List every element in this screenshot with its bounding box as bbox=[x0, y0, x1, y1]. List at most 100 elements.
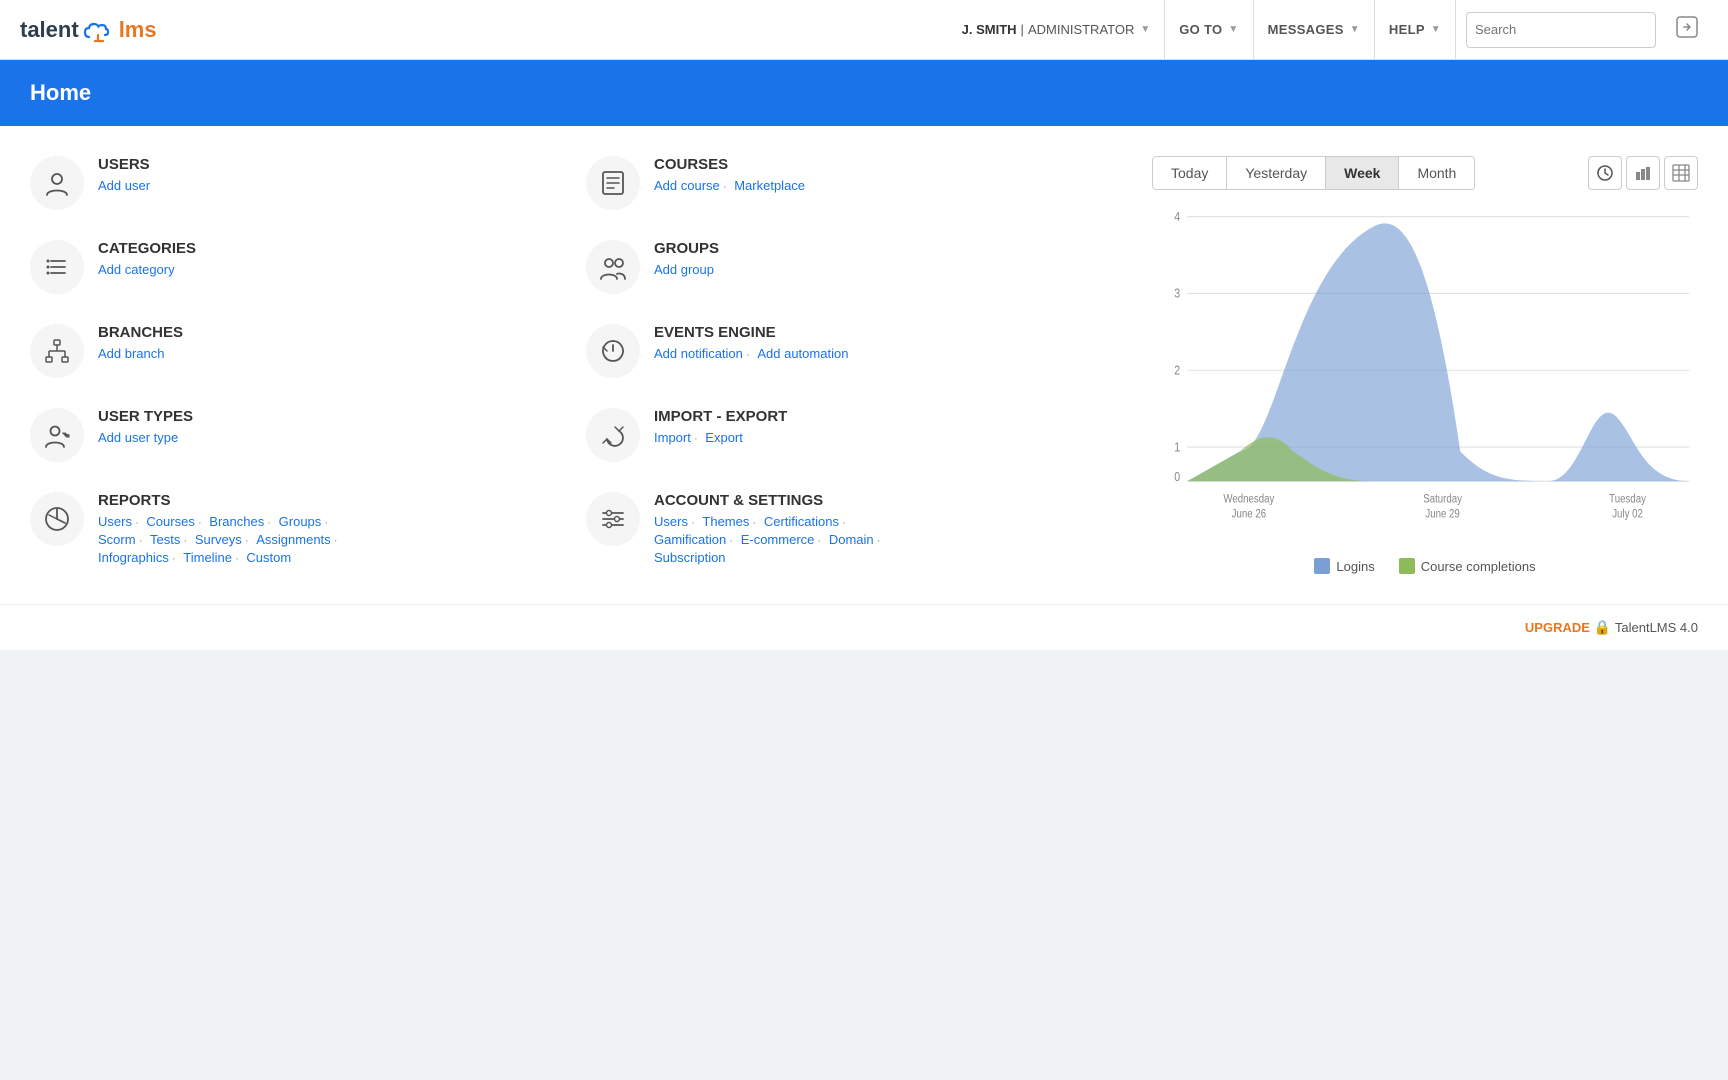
branches-info: BRANCHES Add branch bbox=[98, 324, 183, 363]
logo[interactable]: talent lms bbox=[20, 16, 157, 42]
user-types-info: USER TYPES Add user type bbox=[98, 408, 193, 447]
tab-month[interactable]: Month bbox=[1399, 157, 1474, 189]
settings-certifications-link[interactable]: Certifications bbox=[764, 514, 839, 529]
page-footer: UPGRADE 🔒 TalentLMS 4.0 bbox=[0, 604, 1728, 650]
reports-assignments-link[interactable]: Assignments bbox=[256, 532, 330, 547]
settings-domain-link[interactable]: Domain bbox=[829, 532, 874, 547]
logins-dot bbox=[1314, 558, 1330, 574]
marketplace-link[interactable]: Marketplace bbox=[734, 178, 805, 193]
goto-label: GO TO bbox=[1179, 22, 1222, 37]
reports-custom-link[interactable]: Custom bbox=[246, 550, 291, 565]
import-export-info: IMPORT - EXPORT Import· Export bbox=[654, 408, 787, 447]
messages-caret-icon: ▼ bbox=[1350, 24, 1360, 35]
chart-bar-btn[interactable] bbox=[1626, 156, 1660, 190]
reports-surveys-link[interactable]: Surveys bbox=[195, 532, 242, 547]
reports-infographics-link[interactable]: Infographics bbox=[98, 550, 169, 565]
svg-text:4: 4 bbox=[1174, 210, 1180, 224]
upgrade-link[interactable]: UPGRADE bbox=[1525, 620, 1590, 635]
completions-dot bbox=[1399, 558, 1415, 574]
user-types-icon bbox=[30, 408, 84, 462]
events-section: EVENTS ENGINE Add notification· Add auto… bbox=[586, 324, 1122, 378]
courses-section: COURSES Add course· Marketplace bbox=[586, 156, 1122, 210]
tab-today[interactable]: Today bbox=[1153, 157, 1227, 189]
reports-branches-link[interactable]: Branches bbox=[209, 514, 264, 529]
settings-gamification-link[interactable]: Gamification bbox=[654, 532, 726, 547]
add-course-link[interactable]: Add course bbox=[654, 178, 720, 193]
categories-icon bbox=[30, 240, 84, 294]
branches-icon bbox=[30, 324, 84, 378]
groups-info: GROUPS Add group bbox=[654, 240, 719, 279]
users-section: USERS Add user bbox=[30, 156, 566, 210]
messages-link[interactable]: MESSAGES ▼ bbox=[1254, 0, 1375, 60]
settings-ecommerce-link[interactable]: E-commerce bbox=[741, 532, 815, 547]
chart-tab-group: Today Yesterday Week Month bbox=[1152, 156, 1475, 190]
left-column: USERS Add user CATEGOR bbox=[30, 156, 586, 574]
users-icon bbox=[30, 156, 84, 210]
middle-column: COURSES Add course· Marketplace GROUPS bbox=[586, 156, 1142, 574]
chart-history-btn[interactable] bbox=[1588, 156, 1622, 190]
chart-wrapper: 0 1 2 3 4 Wednesday June 26 Saturday bbox=[1152, 206, 1698, 546]
import-export-section: IMPORT - EXPORT Import· Export bbox=[586, 408, 1122, 462]
add-user-link[interactable]: Add user bbox=[98, 178, 150, 193]
add-user-type-link[interactable]: Add user type bbox=[98, 430, 178, 445]
svg-text:Wednesday: Wednesday bbox=[1223, 493, 1275, 506]
chart-column: Today Yesterday Week Month bbox=[1142, 156, 1698, 574]
logout-button[interactable] bbox=[1666, 16, 1708, 43]
categories-section: CATEGORIES Add category bbox=[30, 240, 566, 294]
groups-icon bbox=[586, 240, 640, 294]
tab-week[interactable]: Week bbox=[1326, 157, 1399, 189]
goto-link[interactable]: GO TO ▼ bbox=[1165, 0, 1253, 60]
groups-section: GROUPS Add group bbox=[586, 240, 1122, 294]
branches-section: BRANCHES Add branch bbox=[30, 324, 566, 378]
version-label: TalentLMS 4.0 bbox=[1615, 620, 1698, 635]
reports-courses-link[interactable]: Courses bbox=[146, 514, 194, 529]
account-settings-icon bbox=[586, 492, 640, 546]
svg-text:3: 3 bbox=[1174, 287, 1180, 301]
add-category-link[interactable]: Add category bbox=[98, 262, 175, 277]
user-caret-icon: ▼ bbox=[1140, 24, 1150, 35]
account-settings-info: ACCOUNT & SETTINGS Users· Themes· Certif… bbox=[654, 492, 884, 567]
svg-text:June 26: June 26 bbox=[1232, 508, 1266, 521]
logins-label: Logins bbox=[1336, 559, 1374, 574]
tab-yesterday[interactable]: Yesterday bbox=[1227, 157, 1326, 189]
logo-cloud-icon bbox=[81, 16, 117, 42]
settings-subscription-link[interactable]: Subscription bbox=[654, 550, 726, 565]
user-types-title: USER TYPES bbox=[98, 408, 193, 425]
search-box[interactable] bbox=[1466, 12, 1656, 48]
nav-user[interactable]: J. SMITH | ADMINISTRATOR ▼ bbox=[948, 0, 1166, 60]
reports-title: REPORTS bbox=[98, 492, 341, 509]
top-navigation: talent lms J. SMITH | ADMINISTRATOR ▼ GO… bbox=[0, 0, 1728, 60]
reports-icon bbox=[30, 492, 84, 546]
courses-info: COURSES Add course· Marketplace bbox=[654, 156, 805, 195]
export-link[interactable]: Export bbox=[705, 430, 743, 445]
branches-title: BRANCHES bbox=[98, 324, 183, 341]
reports-tests-link[interactable]: Tests bbox=[150, 532, 180, 547]
import-export-icon bbox=[586, 408, 640, 462]
chart-view-icons bbox=[1588, 156, 1698, 190]
add-automation-link[interactable]: Add automation bbox=[757, 346, 848, 361]
settings-users-link[interactable]: Users bbox=[654, 514, 688, 529]
svg-text:Saturday: Saturday bbox=[1423, 493, 1462, 506]
add-branch-link[interactable]: Add branch bbox=[98, 346, 165, 361]
chart-area: Today Yesterday Week Month bbox=[1152, 156, 1698, 574]
help-caret-icon: ▼ bbox=[1431, 24, 1441, 35]
settings-themes-link[interactable]: Themes bbox=[702, 514, 749, 529]
add-group-link[interactable]: Add group bbox=[654, 262, 714, 277]
chart-table-btn[interactable] bbox=[1664, 156, 1698, 190]
lock-icon: 🔒 bbox=[1594, 619, 1615, 635]
reports-scorm-link[interactable]: Scorm bbox=[98, 532, 136, 547]
search-input[interactable] bbox=[1475, 22, 1625, 37]
goto-caret-icon: ▼ bbox=[1228, 24, 1238, 35]
categories-title: CATEGORIES bbox=[98, 240, 196, 257]
help-link[interactable]: HELP ▼ bbox=[1375, 0, 1456, 60]
add-notification-link[interactable]: Add notification bbox=[654, 346, 743, 361]
users-info: USERS Add user bbox=[98, 156, 150, 195]
events-info: EVENTS ENGINE Add notification· Add auto… bbox=[654, 324, 848, 363]
reports-groups-link[interactable]: Groups bbox=[279, 514, 322, 529]
reports-timeline-link[interactable]: Timeline bbox=[183, 550, 232, 565]
chart-tabs: Today Yesterday Week Month bbox=[1152, 156, 1698, 190]
import-link[interactable]: Import bbox=[654, 430, 691, 445]
reports-users-link[interactable]: Users bbox=[98, 514, 132, 529]
completions-label: Course completions bbox=[1421, 559, 1536, 574]
svg-text:0: 0 bbox=[1174, 470, 1180, 484]
